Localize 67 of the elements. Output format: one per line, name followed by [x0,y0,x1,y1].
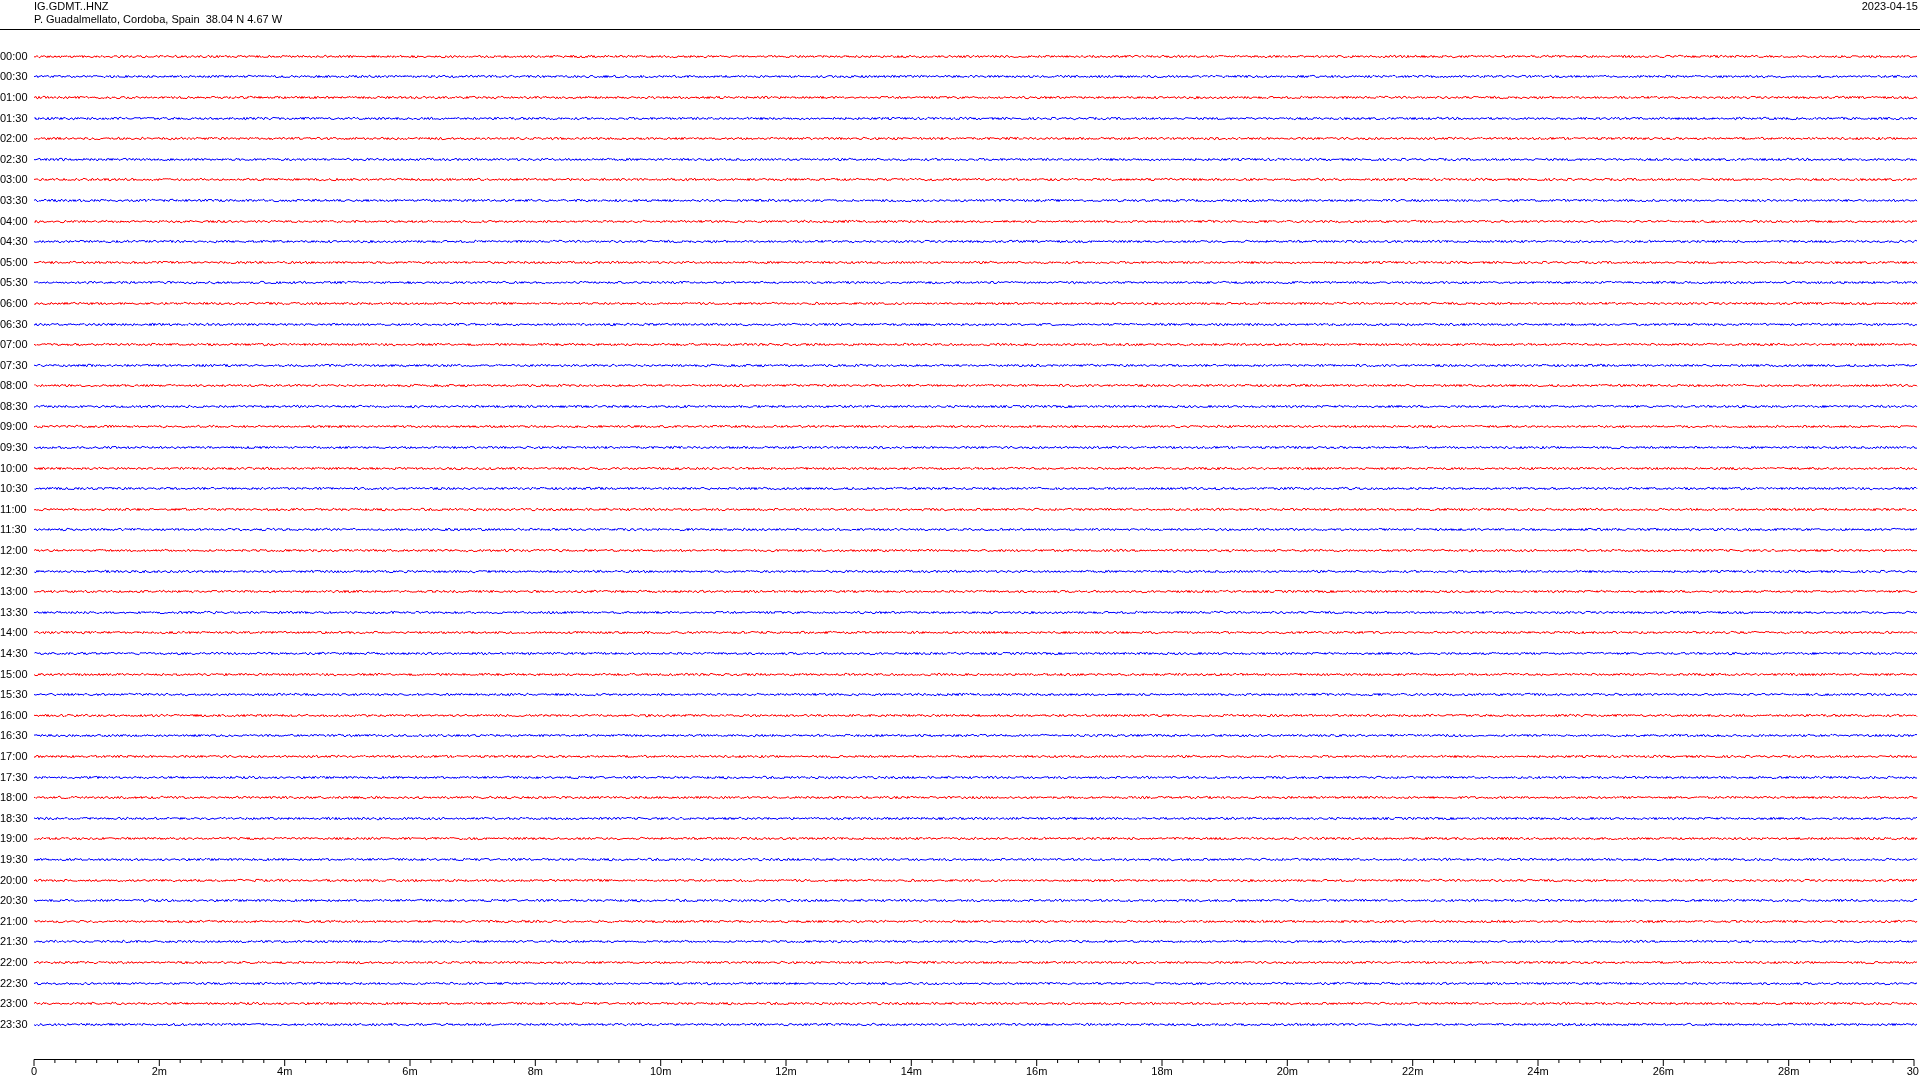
time-label: 06:00 [0,297,29,309]
tick-label: 14m [900,1064,923,1077]
time-label: 16:30 [0,730,29,742]
time-label: 10:00 [0,462,29,474]
tick-label: 6m [402,1064,418,1077]
tick-label: 26m [1652,1064,1675,1077]
time-label: 20:30 [0,895,29,907]
time-label: 19:30 [0,853,29,865]
time-label: 12:30 [0,565,29,577]
time-label: 22:30 [0,977,29,989]
time-label: 07:00 [0,339,29,351]
time-label: 03:30 [0,194,29,206]
time-label: 06:30 [0,318,29,330]
time-label: 20:00 [0,874,29,886]
tick-label: 22m [1401,1064,1424,1077]
station-location: P. Guadalmellato, Cordoba, Spain 38.04 N 4.67 W [34,13,283,26]
tick-label: 12m [775,1064,797,1077]
tick-label: 2m [151,1064,167,1077]
time-label: 15:30 [0,689,29,701]
date-label: 2023-04-15 [1861,0,1918,14]
time-label: 11:00 [0,503,28,515]
time-label: 03:00 [0,174,29,186]
time-label: 01:00 [0,92,29,103]
time-label: 18:30 [0,812,29,824]
time-label: 16:00 [0,709,29,721]
time-label: 04:00 [0,215,29,227]
tick-label: 10m [649,1064,672,1077]
tick-label: 28m [1777,1064,1800,1077]
time-label: 11:30 [0,524,28,536]
time-label: 00:30 [0,71,29,83]
time-label: 13:30 [0,606,29,618]
time-label: 05:30 [0,277,29,289]
time-label: 12:00 [0,545,29,557]
time-label: 22:00 [0,956,29,968]
time-label: 15:00 [0,668,29,680]
time-label: 23:00 [0,998,29,1010]
time-label: 02:00 [0,133,29,145]
time-label: 08:30 [0,400,29,412]
tick-label: 0 [30,1064,38,1077]
time-label: 04:30 [0,236,29,248]
time-label: 14:00 [0,627,29,639]
tick-label: 30 [1906,1064,1919,1077]
tick-label: 20m [1276,1064,1299,1077]
time-label: 21:30 [0,936,29,948]
time-label: 23:30 [0,1018,29,1030]
time-label: 13:00 [0,586,29,598]
time-label: 07:30 [0,359,29,371]
time-label: 17:30 [0,771,29,783]
tick-label: 8m [527,1064,543,1077]
time-label: 01:30 [0,112,29,124]
time-label: 09:00 [0,421,29,433]
tick-label: 24m [1527,1064,1549,1077]
station-code: IG.GDMT..HNZ [34,0,110,13]
time-label: 18:00 [0,792,29,804]
time-label: 08:00 [0,380,29,392]
time-label: 02:30 [0,153,29,165]
time-label: 10:30 [0,483,29,495]
time-label: 09:30 [0,442,29,454]
tick-label: 4m [277,1064,293,1077]
time-label: 00:00 [0,50,29,62]
tick-label: 16m [1025,1064,1048,1077]
tick-label: 18m [1151,1064,1173,1077]
time-label: 05:00 [0,256,29,268]
time-label: 14:30 [0,648,29,659]
time-label: 21:00 [0,915,29,927]
time-label: 17:00 [0,751,29,762]
time-label: 19:00 [0,833,29,845]
